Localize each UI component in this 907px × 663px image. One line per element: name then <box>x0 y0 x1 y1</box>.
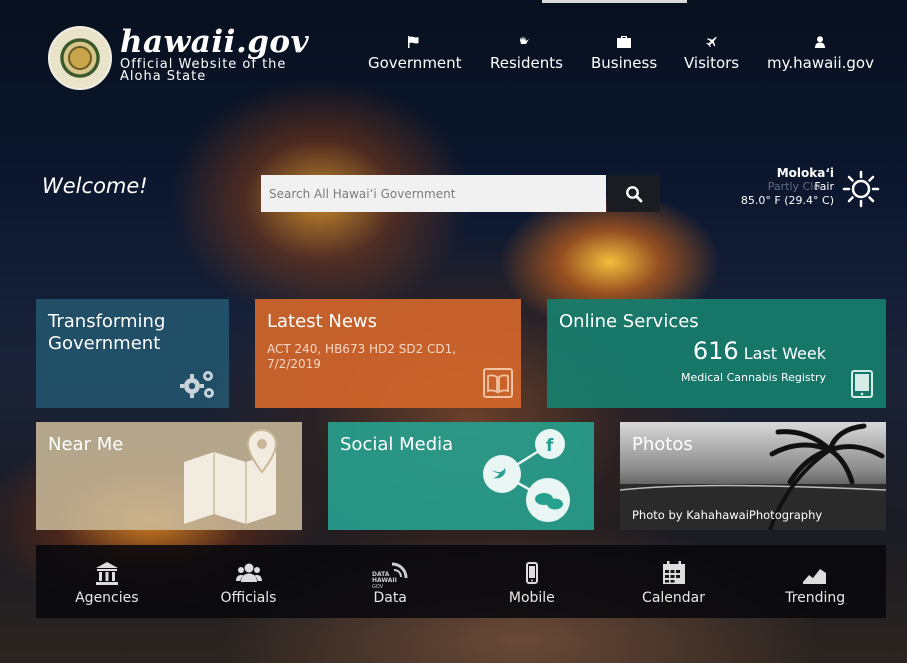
weather-widget[interactable]: Molokaʻi Partly Clo Fair 85.0° F (29.4° … <box>741 166 834 208</box>
flag-icon <box>407 36 419 48</box>
service-name[interactable]: Medical Cannabis Registry <box>681 371 826 384</box>
quicklink-officials[interactable]: Officials <box>178 545 320 618</box>
tile-transforming-government[interactable]: Transforming Government <box>36 299 229 408</box>
sun-icon <box>842 170 880 208</box>
user-icon <box>815 36 826 48</box>
site-subtitle-line2: Aloha State <box>120 69 207 84</box>
quicklink-label: Mobile <box>508 590 555 606</box>
state-seal-logo[interactable] <box>48 26 112 90</box>
quicklink-mobile[interactable]: Mobile <box>461 545 603 618</box>
nav-visitors[interactable]: Visitors <box>684 36 739 72</box>
gears-icon <box>180 371 214 398</box>
briefcase-icon <box>617 36 632 48</box>
quicklink-label: Data <box>373 590 407 606</box>
service-count-period: Last Week <box>743 344 826 363</box>
site-title[interactable]: hawaii.gov <box>120 24 309 60</box>
map-pin-icon <box>184 428 278 524</box>
tile-title: Photos <box>632 434 693 455</box>
tile-title: Transforming Government <box>48 311 166 354</box>
hand-icon <box>520 36 530 44</box>
quicklink-data[interactable]: DATA HAWAII GOV Data <box>319 545 461 618</box>
photo-credit: Photo by KahahawaiPhotography <box>632 508 823 522</box>
quicklink-label: Calendar <box>642 590 705 606</box>
quicklink-calendar[interactable]: Calendar <box>603 545 745 618</box>
nav-business[interactable]: Business <box>591 36 657 72</box>
tile-photos[interactable]: Photos Photo by KahahawaiPhotography <box>620 422 886 530</box>
tile-title: Latest News <box>267 311 377 332</box>
news-headline[interactable]: ACT 240, HB673 HD2 SD2 CD1, 7/2/2019 <box>267 342 487 372</box>
weather-condition-fading: Partly Clo <box>767 180 820 193</box>
quicklink-label: Officials <box>220 590 277 606</box>
quicklink-label: Agencies <box>75 590 139 606</box>
social-network-icon: f <box>483 429 570 522</box>
tile-near-me[interactable]: Near Me <box>36 422 302 530</box>
tablet-icon <box>851 370 873 398</box>
site-subtitle: Official Website of the Aloha State <box>120 58 300 84</box>
svg-text:HAWAII: HAWAII <box>372 577 397 584</box>
top-accent-bar <box>542 0 687 3</box>
nav-label: Business <box>591 54 658 72</box>
nav-government[interactable]: Government <box>368 36 462 72</box>
quick-links-bar: Agencies Officials DATA HAWAII GOV Data Mo… <box>36 545 886 618</box>
quicklink-trending[interactable]: Trending <box>744 545 886 618</box>
tile-title: Near Me <box>48 434 124 455</box>
weather-temperature: 85.0° F (29.4° C) <box>740 194 834 207</box>
service-count: 616 Last Week <box>693 337 826 365</box>
search-button[interactable] <box>607 175 660 212</box>
tile-title: Online Services <box>559 311 699 332</box>
service-count-number: 616 <box>692 337 739 365</box>
tile-title: Social Media <box>340 434 454 455</box>
nav-my-hawaii[interactable]: my.hawaii.gov <box>767 36 874 72</box>
building-icon <box>95 562 118 585</box>
open-book-icon <box>483 368 513 398</box>
tile-latest-news[interactable]: Latest News ACT 240, HB673 HD2 SD2 CD1, … <box>255 299 521 408</box>
tile-online-services[interactable]: Online Services 616 Last Week Medical Ca… <box>547 299 886 408</box>
weather-location: Molokaʻi <box>776 166 834 180</box>
nav-label: Visitors <box>684 54 740 72</box>
nav-label: Residents <box>490 54 563 72</box>
nav-label: Government <box>368 54 462 72</box>
seal-center <box>68 46 92 70</box>
mobile-icon <box>525 562 538 584</box>
airplane-icon <box>705 36 717 48</box>
quicklink-agencies[interactable]: Agencies <box>36 545 178 618</box>
tile-social-media[interactable]: Social Media f <box>328 422 594 530</box>
search-icon <box>625 185 642 202</box>
search-input[interactable] <box>261 175 606 212</box>
trending-icon <box>803 569 827 584</box>
calendar-icon <box>662 561 685 584</box>
welcome-heading: Welcome! <box>42 174 148 198</box>
svg-text:f: f <box>546 436 554 456</box>
data-hawaii-icon: DATAHAWAIIGOV <box>372 562 408 590</box>
nav-label: my.hawaii.gov <box>767 54 874 72</box>
nav-residents[interactable]: Residents <box>490 36 563 72</box>
quicklink-label: Trending <box>785 590 846 606</box>
people-icon <box>235 563 262 582</box>
